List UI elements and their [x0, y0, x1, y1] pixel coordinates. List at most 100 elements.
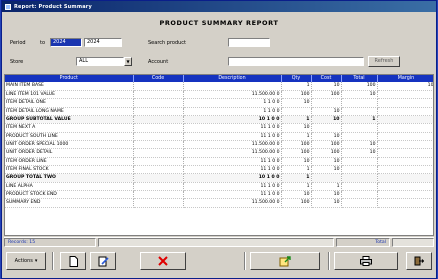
table-row[interactable]: LINE ALPHA 11 1 0 011 [5, 182, 433, 191]
table-row[interactable]: SUMMARY END 11.500.00 0 100 10 [5, 198, 433, 208]
table-cell: 10 [311, 198, 342, 208]
table-cell: UNIT ORDER DETAIL [5, 148, 134, 158]
table-cell: 100 [281, 148, 312, 158]
toolbar-separator [328, 252, 330, 270]
actions-menu-button[interactable]: Actions ▾ [6, 252, 46, 270]
group-row[interactable]: GROUP SUBTOTAL VALUE 10 1 0 0 1 10 1 [5, 115, 433, 125]
table-cell [133, 190, 184, 200]
report-grid: Product Code Description Qty Cost Total Margin… [4, 74, 434, 236]
table-cell: 100 [281, 140, 312, 150]
table-cell [341, 132, 378, 141]
table-cell: UNIT ORDER SPECIAL 1000 [5, 140, 134, 150]
column-header[interactable]: Cost [311, 75, 342, 82]
column-header[interactable]: Margin [377, 75, 433, 82]
table-cell: 11 1 0 0 [183, 165, 282, 175]
group-row[interactable]: GROUP TOTAL TWO 10 1 0 01 [5, 173, 433, 183]
table-cell [341, 173, 378, 183]
table-row[interactable]: ITEM DETAIL LONG NAME 1 1 0 0 10 [5, 107, 433, 116]
table-cell [133, 198, 184, 208]
table-cell [341, 157, 378, 166]
column-header[interactable]: Total [341, 75, 378, 82]
table-cell: GROUP SUBTOTAL VALUE [5, 115, 134, 125]
table-cell: 1 [281, 132, 312, 141]
table-cell: 10 [311, 115, 342, 125]
toolbar-separator [52, 252, 54, 270]
table-row[interactable]: ITEM DETAIL ONE 1 1 0 0 10 [5, 98, 433, 108]
table-cell [311, 173, 342, 183]
table-cell: 1 1 0 0 [183, 107, 282, 116]
edit-button[interactable] [90, 252, 116, 270]
search-label: Search product [148, 40, 186, 46]
table-cell: 100 [341, 82, 378, 91]
table-cell [341, 98, 378, 108]
table-row[interactable]: ITEM FINAL STOCK 11 1 0 0 1 10 [5, 165, 433, 175]
table-cell: ITEM DETAIL ONE [5, 98, 134, 108]
delete-icon [158, 256, 168, 266]
export-button[interactable] [250, 252, 320, 270]
title-bar: Report: Product Summary [2, 1, 436, 12]
table-cell: 10 [281, 157, 312, 166]
table-cell: 10 [311, 132, 342, 141]
status-bar: Records: 15 Total [4, 237, 434, 247]
table-cell [133, 182, 184, 191]
table-cell: 1 [281, 165, 312, 175]
column-header[interactable]: Description [183, 75, 282, 82]
store-select[interactable]: ALL [76, 57, 124, 66]
table-cell: ITEM NEXT A [5, 123, 134, 133]
search-field[interactable] [228, 38, 270, 47]
status-total-label: Total [336, 238, 390, 247]
table-cell [133, 98, 184, 108]
table-cell: PRODUCT SOUTH LINE [5, 132, 134, 141]
chevron-down-icon: ▾ [34, 257, 38, 264]
delete-button[interactable] [140, 252, 186, 270]
column-header[interactable]: Code [133, 75, 184, 82]
table-cell: 10 [311, 82, 342, 91]
table-cell: 11.500.00 0 [183, 140, 282, 150]
new-button[interactable] [60, 252, 86, 270]
table-cell: LINE ITEM 101 VALUE [5, 90, 134, 100]
exit-button[interactable] [406, 252, 432, 270]
actions-menu-label: Actions [14, 258, 33, 264]
table-cell [133, 165, 184, 175]
table-cell [341, 123, 378, 133]
table-row[interactable]: UNIT ORDER SPECIAL 1000 11.500.00 0 100 100… [5, 140, 433, 150]
table-cell: 100 [281, 198, 312, 208]
table-cell: 10 [281, 190, 312, 200]
table-cell [377, 157, 433, 166]
table-cell: 11 1 0 0 [183, 182, 282, 191]
toolbar-separator [244, 252, 246, 270]
table-row[interactable]: MAIN ITEM BASE 1 10 100 10 [5, 82, 433, 91]
table-cell [377, 198, 433, 208]
table-row[interactable]: ITEM NEXT A 11 1 0 0 10 [5, 123, 433, 133]
table-cell [341, 198, 378, 208]
period-to-label: to [40, 40, 46, 46]
table-cell: 11 1 0 0 [183, 190, 282, 200]
table-row[interactable]: LINE ITEM 101 VALUE 11.500.00 0 100 100 10 [5, 90, 433, 100]
refresh-button[interactable]: Refresh [368, 56, 400, 67]
table-cell: GROUP TOTAL TWO [5, 173, 134, 183]
table-row[interactable]: PRODUCT STOCK END 11 1 0 0 10 10 [5, 190, 433, 200]
period-to-field[interactable]: 2024 [84, 38, 122, 47]
table-cell: 100 [281, 90, 312, 100]
table-cell [133, 90, 184, 100]
table-cell [377, 90, 433, 100]
table-cell: 10 [311, 157, 342, 166]
table-cell: 10 [341, 148, 378, 158]
table-row[interactable]: UNIT ORDER DETAIL 11.500.00 0 100 100 10 [5, 148, 433, 158]
table-cell [377, 107, 433, 116]
period-from-field[interactable]: 2024 [50, 38, 82, 47]
table-cell: 1 [311, 182, 342, 191]
chevron-down-icon[interactable]: ▼ [124, 57, 132, 66]
account-field[interactable] [228, 57, 364, 66]
table-row[interactable]: ITEM ORDER LINE 11 1 0 0 10 10 [5, 157, 433, 166]
print-button[interactable] [334, 252, 398, 270]
table-cell [133, 132, 184, 141]
table-cell: 10 [341, 140, 378, 150]
table-row[interactable]: PRODUCT SOUTH LINE 11 1 0 0 1 10 [5, 132, 433, 141]
table-cell: 1 [281, 173, 312, 183]
table-cell: 10 [311, 190, 342, 200]
column-header[interactable]: Product [5, 75, 134, 82]
table-cell [377, 123, 433, 133]
table-cell: LINE ALPHA [5, 182, 134, 191]
column-header[interactable]: Qty [281, 75, 312, 82]
